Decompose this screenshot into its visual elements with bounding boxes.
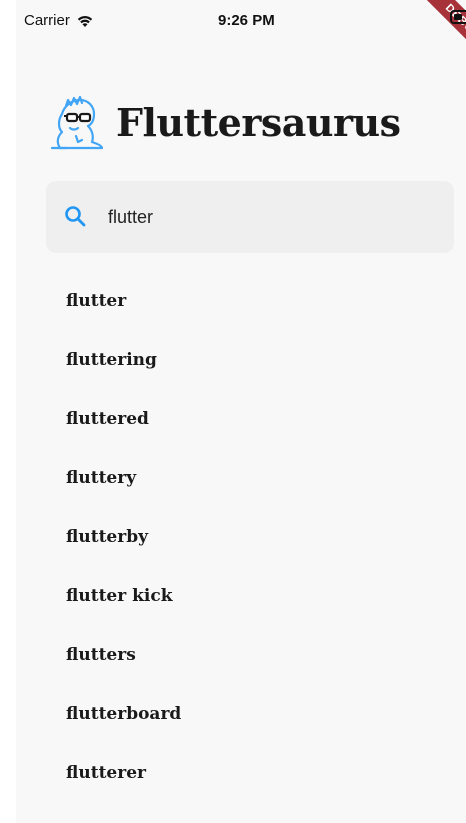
result-item[interactable]: flutterer [66,752,446,811]
search-input[interactable] [106,199,430,235]
app-header: Fluttersaurus [46,92,401,152]
carrier-indicator: Carrier [24,12,94,29]
dinosaur-mascot-icon [50,95,104,150]
result-item[interactable]: flutter [66,280,446,339]
battery-icon [450,10,466,24]
result-item[interactable]: flutter kick [66,575,446,634]
search-bar[interactable] [46,181,454,253]
result-item[interactable]: flutters [66,634,446,693]
search-icon [65,206,86,227]
app-title: Fluttersaurus [116,99,401,145]
result-item[interactable]: flutterboard [66,693,446,752]
results-list: flutter fluttering fluttered fluttery flutte… [66,280,446,811]
status-time: 9:26 PM [218,12,275,29]
carrier-label: Carrier [24,12,70,29]
wifi-icon [77,15,93,27]
result-item[interactable]: fluttering [66,339,446,398]
result-item[interactable]: flutterby [66,516,446,575]
status-bar: Carrier 9:26 PM DEBUG [0,0,466,68]
result-item[interactable]: fluttery [66,457,446,516]
result-item[interactable]: fluttered [66,398,446,457]
